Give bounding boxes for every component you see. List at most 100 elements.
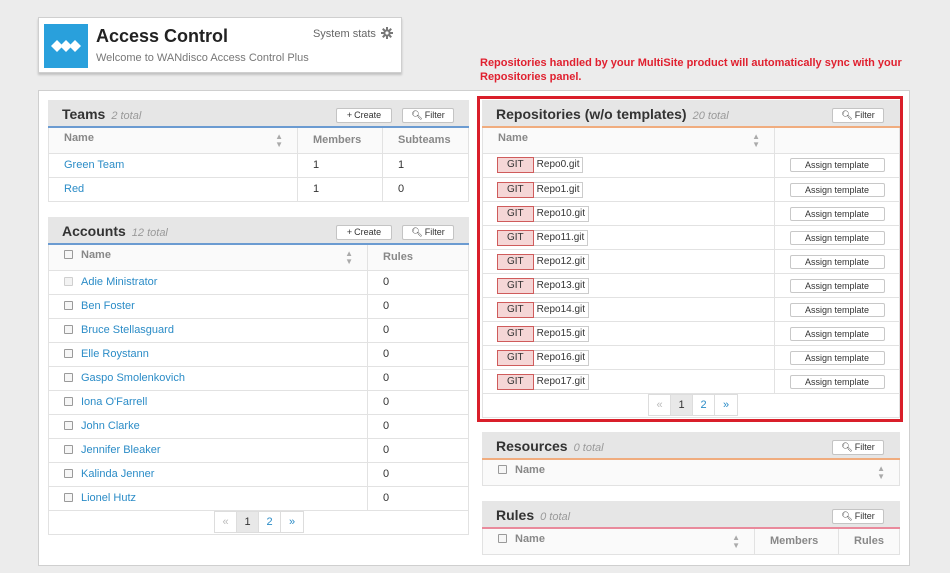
assign-template-button[interactable]: Assign template <box>789 182 885 197</box>
rules-table: Name ▲ ▼ Members Rules <box>482 529 900 555</box>
filter-rules-button[interactable]: 🔍︎ Filter <box>832 509 884 524</box>
teams-title: Teams 2 total <box>62 106 142 122</box>
table-row: GIT Repo13.git Assign template <box>482 273 900 298</box>
repo-name: Repo13.git <box>533 277 590 294</box>
account-rules: 0 <box>367 366 469 391</box>
assign-template-button[interactable]: Assign template <box>789 374 885 389</box>
filter-accounts-button[interactable]: 🔍︎ Filter <box>402 225 454 240</box>
sort-icon: ▲ ▼ <box>345 248 353 266</box>
teams-panel: Teams 2 total + Create 🔍︎ Filter Name ▲ ▼ Mem… <box>48 100 469 202</box>
repo-name: Repo17.git <box>533 373 590 390</box>
row-checkbox[interactable] <box>64 469 73 478</box>
git-badge: GIT <box>497 277 534 294</box>
assign-template-button[interactable]: Assign template <box>789 278 885 293</box>
account-link[interactable]: Bruce Stellasguard <box>81 324 174 336</box>
row-checkbox[interactable] <box>64 445 73 454</box>
filter-repositories-button[interactable]: 🔍︎ Filter <box>832 108 884 123</box>
git-badge: GIT <box>497 157 534 174</box>
filter-resources-button[interactable]: 🔍︎ Filter <box>832 440 884 455</box>
plus-icon: + <box>346 110 353 120</box>
team-members: 1 <box>297 177 383 202</box>
table-row: GIT Repo14.git Assign template <box>482 297 900 322</box>
rules-panel: Rules 0 total 🔍︎ Filter Name ▲ ▼ Members Rul… <box>482 501 900 555</box>
repo-name: Repo10.git <box>533 205 590 222</box>
pager-prev: « <box>649 395 671 415</box>
account-link[interactable]: Jennifer Bleaker <box>81 444 161 456</box>
select-all-checkbox[interactable] <box>498 464 507 474</box>
row-checkbox[interactable] <box>64 397 73 406</box>
account-link[interactable]: Kalinda Jenner <box>81 468 154 480</box>
pager-page-2[interactable]: 2 <box>693 395 715 415</box>
account-link[interactable]: John Clarke <box>81 420 140 432</box>
sort-icon: ▲ ▼ <box>275 131 283 149</box>
search-icon: 🔍︎ <box>841 442 853 452</box>
table-row: John Clarke 0 <box>48 414 469 439</box>
filter-teams-button[interactable]: 🔍︎ Filter <box>402 108 454 123</box>
table-row: GIT Repo17.git Assign template <box>482 369 900 394</box>
column-header-name[interactable]: Name ▲ ▼ <box>482 128 775 154</box>
select-all-checkbox[interactable] <box>64 249 73 259</box>
pager-page-1[interactable]: 1 <box>671 395 693 415</box>
table-row: Iona O'Farrell 0 <box>48 390 469 415</box>
sort-icon: ▲ ▼ <box>877 463 885 481</box>
select-all-checkbox[interactable] <box>498 533 507 543</box>
git-badge: GIT <box>497 253 534 270</box>
table-row: GIT Repo0.git Assign template <box>482 153 900 178</box>
create-team-button[interactable]: + Create <box>336 108 392 123</box>
repo-name: Repo12.git <box>533 253 590 270</box>
repo-name: Repo16.git <box>533 349 590 366</box>
account-rules: 0 <box>367 318 469 343</box>
account-rules: 0 <box>367 414 469 439</box>
table-row: GIT Repo1.git Assign template <box>482 177 900 202</box>
pager-next[interactable]: » <box>281 512 303 532</box>
assign-template-button[interactable]: Assign template <box>789 230 885 245</box>
table-row: Adie Ministrator 0 <box>48 270 469 295</box>
column-header-name[interactable]: Name ▲ ▼ <box>48 128 298 154</box>
row-checkbox[interactable] <box>64 493 73 502</box>
row-checkbox[interactable] <box>64 349 73 358</box>
repositories-rows: GIT Repo0.git Assign template GIT Repo1.git A… <box>482 153 900 394</box>
repo-name: Repo11.git <box>533 229 589 246</box>
row-checkbox[interactable] <box>64 325 73 334</box>
account-link[interactable]: Ben Foster <box>81 300 135 312</box>
git-badge: GIT <box>497 373 534 390</box>
account-link[interactable]: Gaspo Smolenkovich <box>81 372 185 384</box>
table-row: GIT Repo16.git Assign template <box>482 345 900 370</box>
accounts-table: Name ▲ ▼ Rules Adie Ministrator 0 Ben Foste… <box>48 245 469 511</box>
column-header-members: Members <box>297 128 383 154</box>
table-row: GIT Repo10.git Assign template <box>482 201 900 226</box>
account-link[interactable]: Elle Roystann <box>81 348 149 360</box>
accounts-header: Accounts 12 total + Create 🔍︎ Filter <box>48 217 469 245</box>
main-content: Teams 2 total + Create 🔍︎ Filter Name ▲ ▼ Mem… <box>38 90 910 566</box>
team-link[interactable]: Red <box>64 183 84 195</box>
table-row: GIT Repo11.git Assign template <box>482 225 900 250</box>
repositories-count: 20 total <box>692 110 729 122</box>
column-header-name[interactable]: Name ▲ ▼ <box>482 529 755 555</box>
account-link[interactable]: Lionel Hutz <box>81 492 136 504</box>
assign-template-button[interactable]: Assign template <box>789 326 885 341</box>
plus-icon: + <box>346 227 353 237</box>
row-checkbox[interactable] <box>64 301 73 310</box>
assign-template-button[interactable]: Assign template <box>789 350 885 365</box>
assign-template-button[interactable]: Assign template <box>789 206 885 221</box>
page-subtitle: Welcome to WANdisco Access Control Plus <box>96 52 309 64</box>
column-header-name[interactable]: Name ▲ ▼ <box>48 245 368 271</box>
pager-page-1[interactable]: 1 <box>237 511 259 532</box>
system-stats-label: System stats <box>312 28 376 40</box>
column-header-name[interactable]: Name ▲ ▼ <box>482 460 900 486</box>
pager-next[interactable]: » <box>715 395 737 415</box>
account-link[interactable]: Iona O'Farrell <box>81 396 147 408</box>
row-checkbox[interactable] <box>64 373 73 382</box>
system-stats-link[interactable]: System stats <box>313 27 393 40</box>
table-row: GIT Repo15.git Assign template <box>482 321 900 346</box>
account-rules: 0 <box>367 486 469 511</box>
create-account-button[interactable]: + Create <box>336 225 392 240</box>
accounts-title: Accounts 12 total <box>62 223 168 239</box>
assign-template-button[interactable]: Assign template <box>789 302 885 317</box>
assign-template-button[interactable]: Assign template <box>789 254 885 269</box>
row-checkbox[interactable] <box>64 421 73 430</box>
assign-template-button[interactable]: Assign template <box>789 158 885 173</box>
account-link[interactable]: Adie Ministrator <box>81 276 157 288</box>
team-link[interactable]: Green Team <box>64 159 124 171</box>
pager-page-2[interactable]: 2 <box>259 511 281 532</box>
